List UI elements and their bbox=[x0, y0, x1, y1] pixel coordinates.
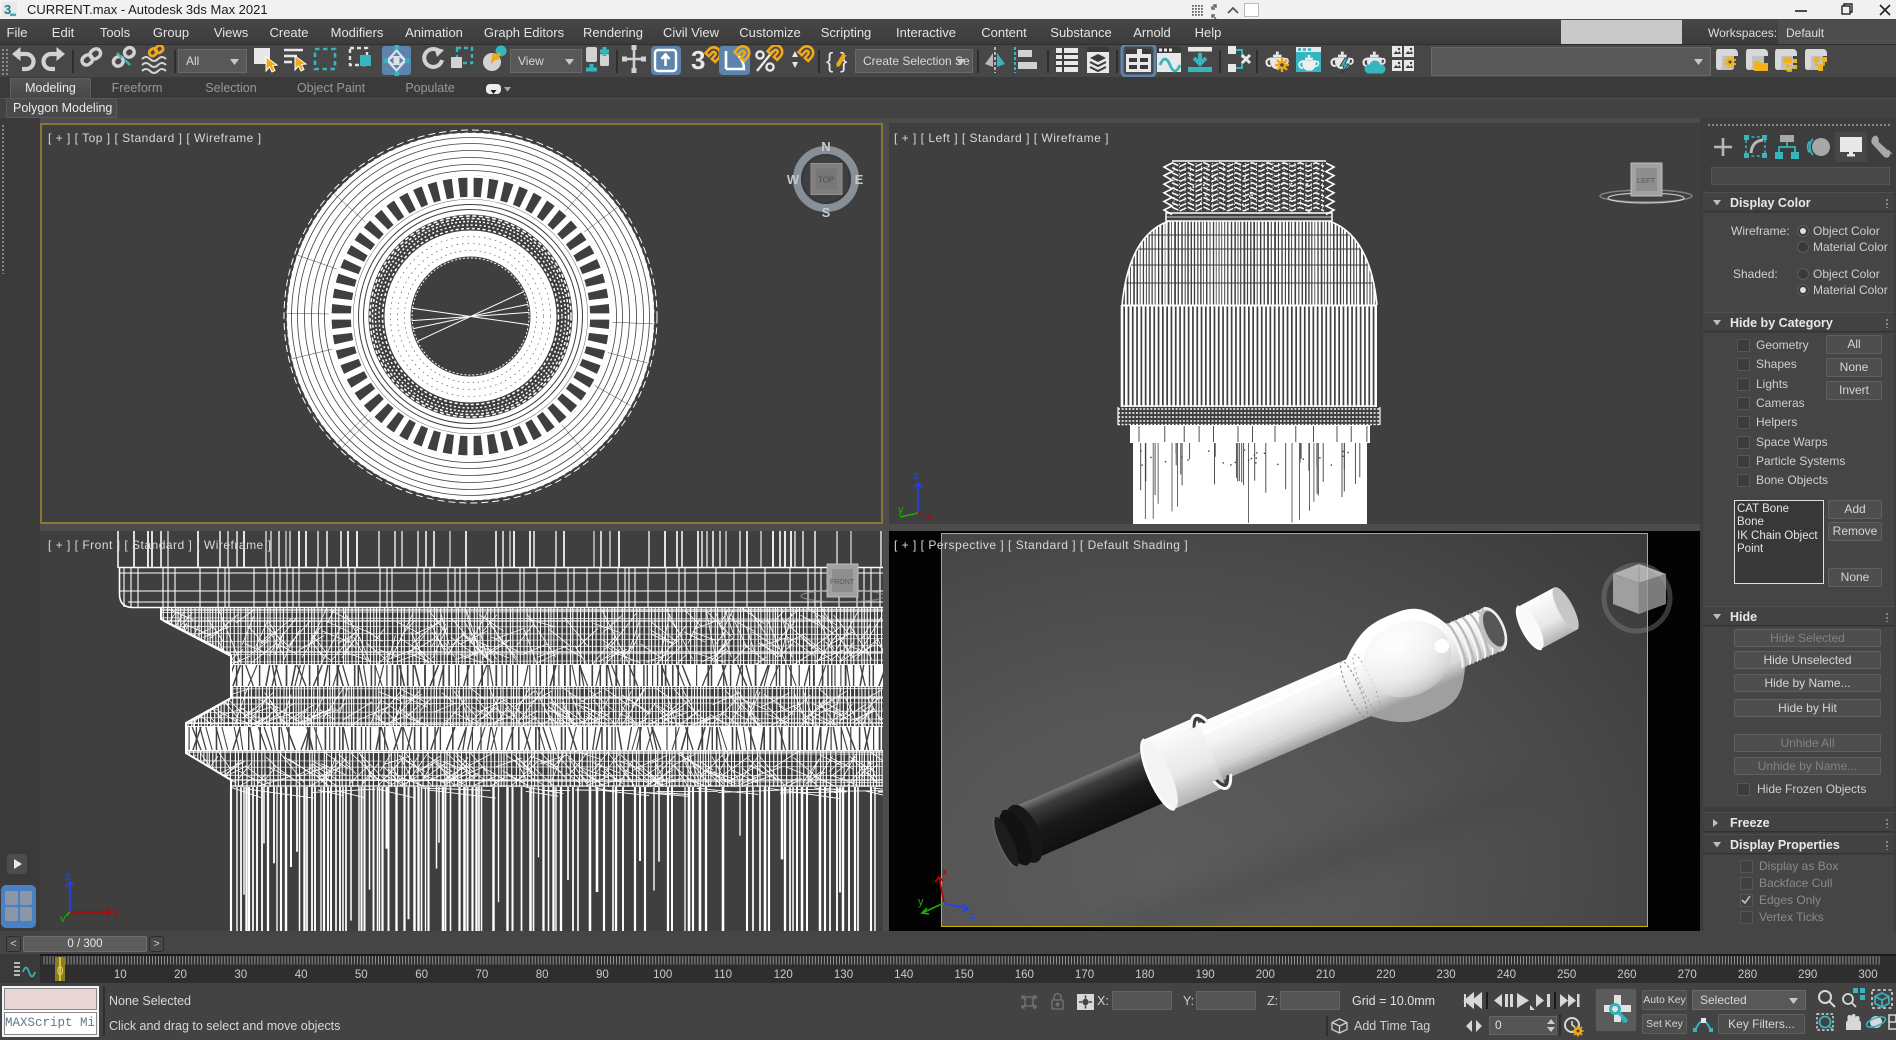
svg-text:x: x bbox=[926, 510, 932, 520]
svg-text:100: 100 bbox=[653, 969, 672, 981]
svg-text:z: z bbox=[65, 872, 71, 883]
svg-text:30: 30 bbox=[234, 969, 247, 981]
svg-text:y: y bbox=[918, 896, 924, 908]
svg-text:x: x bbox=[113, 907, 119, 919]
svg-text:3: 3 bbox=[691, 45, 705, 75]
svg-text:260: 260 bbox=[1617, 969, 1636, 981]
svg-text:210: 210 bbox=[1316, 969, 1335, 981]
svg-text:y: y bbox=[898, 504, 904, 516]
svg-text:80: 80 bbox=[536, 969, 549, 981]
svg-text:E: E bbox=[855, 172, 864, 187]
svg-text:LEFT: LEFT bbox=[1637, 176, 1656, 185]
svg-text:220: 220 bbox=[1376, 969, 1395, 981]
svg-text:120: 120 bbox=[774, 969, 793, 981]
svg-text:z: z bbox=[970, 910, 976, 922]
svg-text:20: 20 bbox=[174, 969, 187, 981]
svg-text:200: 200 bbox=[1256, 969, 1275, 981]
svg-text:110: 110 bbox=[714, 969, 732, 981]
svg-text:FRONT: FRONT bbox=[830, 579, 855, 586]
svg-text:z: z bbox=[913, 470, 919, 482]
svg-text:160: 160 bbox=[1015, 969, 1034, 981]
svg-text:240: 240 bbox=[1497, 969, 1516, 981]
svg-text:90: 90 bbox=[596, 969, 609, 981]
svg-text:280: 280 bbox=[1738, 969, 1757, 981]
svg-text:70: 70 bbox=[476, 969, 489, 981]
svg-text:140: 140 bbox=[894, 969, 913, 981]
svg-text:250: 250 bbox=[1557, 969, 1576, 981]
svg-text:60: 60 bbox=[415, 969, 428, 981]
svg-text:x: x bbox=[942, 866, 948, 878]
svg-text:270: 270 bbox=[1678, 969, 1697, 981]
svg-text:TOP: TOP bbox=[818, 176, 834, 185]
svg-text:230: 230 bbox=[1437, 969, 1456, 981]
svg-text:290: 290 bbox=[1798, 969, 1817, 981]
svg-text:170: 170 bbox=[1075, 969, 1094, 981]
svg-text:W: W bbox=[787, 172, 800, 187]
svg-text:150: 150 bbox=[954, 969, 973, 981]
svg-text:{: { bbox=[826, 48, 833, 73]
svg-text:300: 300 bbox=[1858, 969, 1877, 981]
svg-text:50: 50 bbox=[355, 969, 368, 981]
svg-text:40: 40 bbox=[295, 969, 308, 981]
svg-text:N: N bbox=[821, 139, 830, 154]
svg-text:180: 180 bbox=[1135, 969, 1154, 981]
svg-text:130: 130 bbox=[834, 969, 853, 981]
svg-text:190: 190 bbox=[1196, 969, 1215, 981]
svg-text:10: 10 bbox=[114, 969, 127, 981]
svg-text:S: S bbox=[822, 205, 831, 220]
svg-text:y: y bbox=[60, 913, 66, 922]
